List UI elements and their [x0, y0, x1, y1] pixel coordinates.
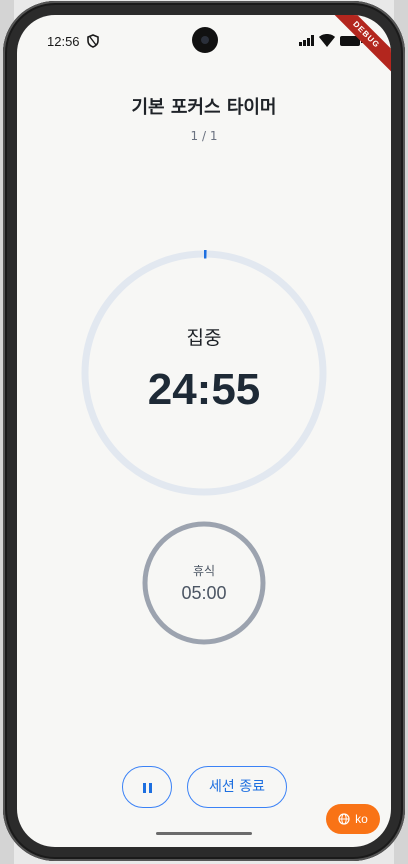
shield-icon: [87, 34, 99, 48]
focus-time: 24:55: [147, 365, 261, 414]
globe-icon: [338, 813, 350, 825]
rest-time: 05:00: [181, 583, 227, 603]
signal-icon: [299, 35, 314, 46]
status-time: 12:56: [47, 34, 80, 49]
language-button[interactable]: ko: [326, 804, 380, 834]
debug-banner: DEBUG: [321, 15, 391, 80]
language-label: ko: [355, 812, 368, 826]
end-session-button[interactable]: 세션 종료: [187, 766, 287, 808]
pause-icon: [141, 778, 153, 797]
phone-frame: 12:56 DEBUG 기본 포커스 타이머 1 / 1 집중 24:55 휴식…: [3, 1, 405, 861]
timer-counter: 1 / 1: [190, 129, 218, 143]
rest-label: 휴식: [192, 564, 216, 578]
camera-cutout: [192, 27, 218, 53]
status-bar: 12:56 DEBUG: [17, 15, 391, 80]
focus-label: 집중: [186, 327, 222, 349]
page-title: 기본 포커스 타이머: [131, 97, 277, 118]
home-indicator[interactable]: [156, 832, 252, 835]
wifi-icon: [319, 34, 335, 47]
app-screen: 12:56 DEBUG 기본 포커스 타이머 1 / 1 집중 24:55 휴식…: [17, 15, 391, 847]
pause-button[interactable]: [122, 766, 172, 808]
